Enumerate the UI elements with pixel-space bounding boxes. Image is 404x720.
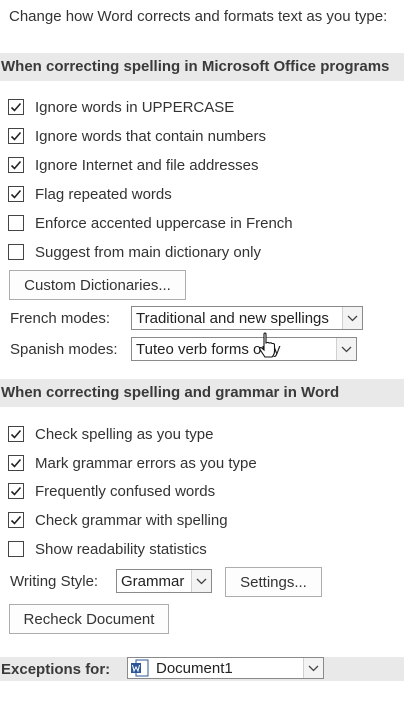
checkbox-checked[interactable] <box>8 455 24 471</box>
readability-statistics-option[interactable]: Show readability statistics <box>8 538 207 560</box>
writing-style-label: Writing Style: <box>10 573 99 590</box>
writing-style-dropdown[interactable]: Grammar <box>116 569 212 593</box>
ignore-internet-addresses-option[interactable]: Ignore Internet and file addresses <box>8 154 258 176</box>
settings-button[interactable]: Settings... <box>225 567 322 597</box>
ignore-numbers-option[interactable]: Ignore words that contain numbers <box>8 125 266 147</box>
option-label: Suggest from main dictionary only <box>35 243 261 261</box>
spanish-modes-label: Spanish modes: <box>10 341 118 358</box>
french-modes-dropdown[interactable]: Traditional and new spellings <box>131 306 363 330</box>
confused-words-option[interactable]: Frequently confused words <box>8 480 215 502</box>
check-spelling-option[interactable]: Check spelling as you type <box>8 423 213 445</box>
checkbox-checked[interactable] <box>8 186 24 202</box>
recheck-document-button[interactable]: Recheck Document <box>9 604 169 634</box>
option-label: Check spelling as you type <box>35 425 214 443</box>
spanish-modes-value: Tuteo verb forms only <box>136 340 281 358</box>
word-document-icon <box>131 659 149 677</box>
option-label: Flag repeated words <box>35 185 172 203</box>
checkbox-unchecked[interactable] <box>8 244 24 260</box>
check-grammar-option[interactable]: Check grammar with spelling <box>8 509 228 531</box>
intro-text: Change how Word corrects and formats tex… <box>9 8 388 25</box>
suggest-main-dictionary-option[interactable]: Suggest from main dictionary only <box>8 241 261 263</box>
option-label: Ignore words in UPPERCASE <box>35 98 235 116</box>
french-modes-value: Traditional and new spellings <box>136 309 329 327</box>
option-label: Frequently confused words <box>35 482 216 500</box>
checkbox-checked[interactable] <box>8 483 24 499</box>
spanish-modes-dropdown[interactable]: Tuteo verb forms only <box>131 337 357 361</box>
exceptions-document-dropdown[interactable]: Document1 <box>127 657 324 679</box>
option-label: Ignore words that contain numbers <box>35 127 266 145</box>
mark-grammar-errors-option[interactable]: Mark grammar errors as you type <box>8 452 257 474</box>
option-label: Check grammar with spelling <box>35 511 228 529</box>
flag-repeated-words-option[interactable]: Flag repeated words <box>8 183 172 205</box>
checkbox-checked[interactable] <box>8 512 24 528</box>
chevron-down-icon[interactable] <box>303 658 323 678</box>
checkbox-checked[interactable] <box>8 128 24 144</box>
chevron-down-icon[interactable] <box>336 338 356 360</box>
chevron-down-icon[interactable] <box>191 570 211 592</box>
mouse-cursor-icon <box>259 332 276 358</box>
custom-dictionaries-button[interactable]: Custom Dictionaries... <box>9 270 186 300</box>
word-section-header: When correcting spelling and grammar in … <box>0 379 404 407</box>
option-label: Mark grammar errors as you type <box>35 454 257 472</box>
checkbox-unchecked[interactable] <box>8 215 24 231</box>
option-label: Enforce accented uppercase in French <box>35 214 293 232</box>
office-section-header: When correcting spelling in Microsoft Of… <box>0 53 404 81</box>
exceptions-document-value: Document1 <box>156 659 233 677</box>
checkbox-checked[interactable] <box>8 157 24 173</box>
option-label: Ignore Internet and file addresses <box>35 156 259 174</box>
ignore-uppercase-option[interactable]: Ignore words in UPPERCASE <box>8 96 234 118</box>
enforce-accented-uppercase-option[interactable]: Enforce accented uppercase in French <box>8 212 293 234</box>
checkbox-checked[interactable] <box>8 99 24 115</box>
checkbox-checked[interactable] <box>8 426 24 442</box>
french-modes-label: French modes: <box>10 310 111 327</box>
option-label: Show readability statistics <box>35 540 207 558</box>
checkbox-unchecked[interactable] <box>8 541 24 557</box>
chevron-down-icon[interactable] <box>342 307 362 329</box>
writing-style-value: Grammar <box>121 572 185 590</box>
